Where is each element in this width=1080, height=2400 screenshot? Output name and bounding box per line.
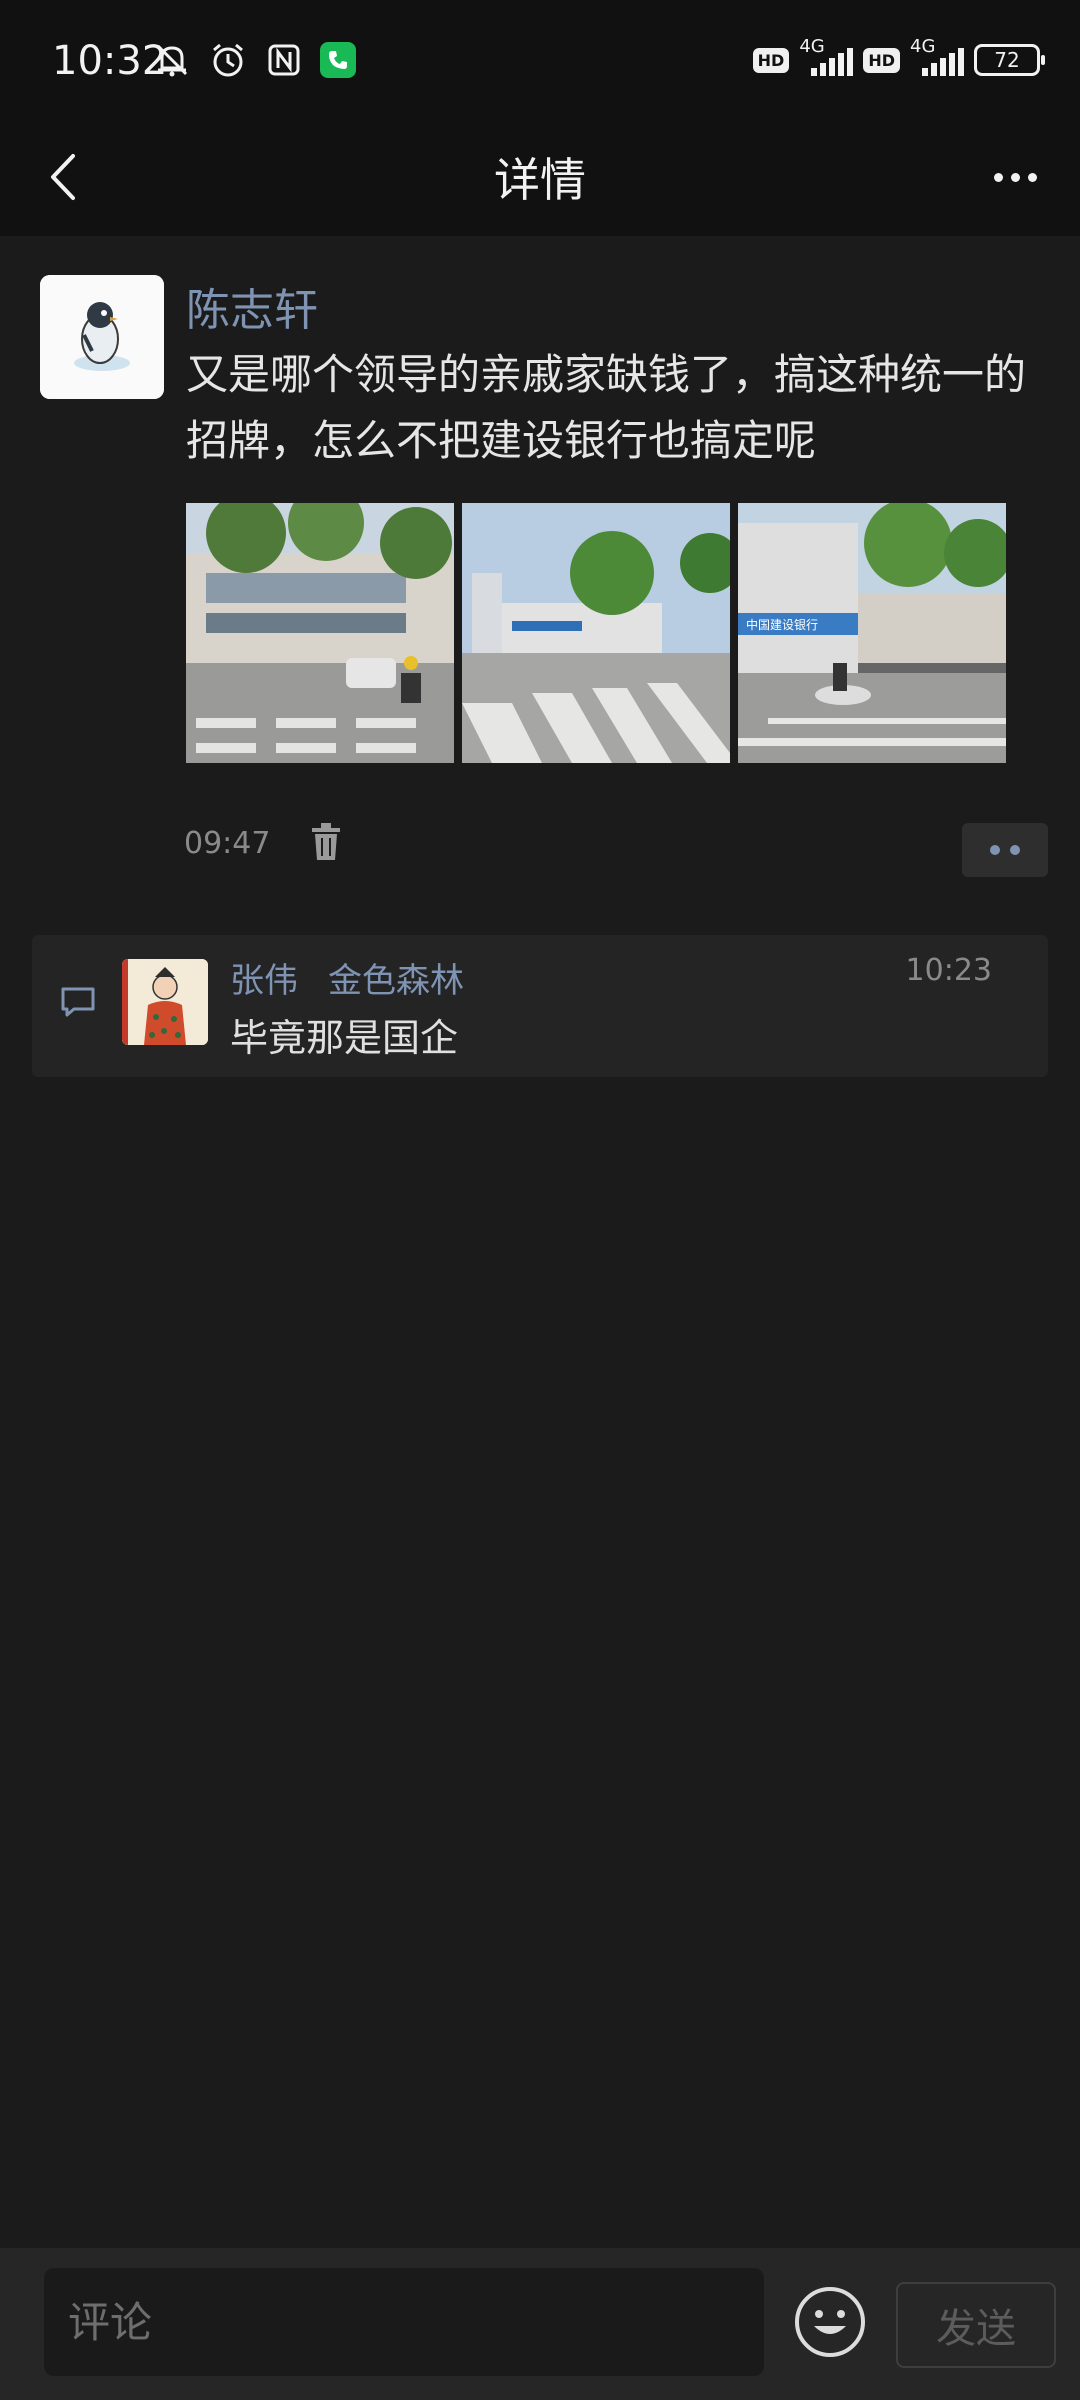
photo-grid: 中国建设银行 [186,503,1006,763]
hd-badge: HD [863,47,900,73]
author-name[interactable]: 陈志轩 [186,274,318,338]
battery-level: 72 [994,48,1020,72]
emoji-button[interactable] [792,2284,868,2360]
battery-icon: 72 [974,44,1045,76]
hd-badge: HD [752,47,790,73]
signal-4g-1: 4G [799,36,854,80]
status-time: 10:32 [52,38,168,84]
photo-3[interactable]: 中国建设银行 [738,503,1006,763]
alarm-icon [208,40,248,80]
mute-bell-icon [152,40,192,80]
status-bar: 10:32 HD 4G HD 4G 72 [0,0,1080,118]
like-comment-dots-icon [990,845,1000,855]
smiley-icon [795,2287,865,2357]
photo-2[interactable] [462,503,730,763]
commenter-name[interactable]: 金色森林 [328,961,464,1001]
comment-input[interactable] [44,2268,764,2376]
svg-text:中国建设银行: 中国建设银行 [746,617,818,632]
status-left-icons [152,40,356,80]
author-avatar[interactable] [40,275,164,399]
nfc-icon [264,40,304,80]
comment-bar: 发送 [0,2248,1080,2400]
title-bar: 详情 [0,118,1080,236]
signal-bars-icon [922,48,964,76]
delete-button[interactable] [306,820,346,864]
commenter-names: 张伟 金色森林 [230,953,494,1002]
comment-list: 张伟 金色森林 10:23 毕竟那是国企 [32,935,1048,1077]
photo-1[interactable] [186,503,454,763]
more-dots-icon [993,172,1003,182]
signal-4g-2: 4G [910,36,964,80]
signal-bars-icon [811,48,854,76]
phone-call-icon [320,42,356,78]
trash-icon [312,823,340,860]
like-comment-button[interactable] [962,823,1048,877]
post-time: 09:47 [184,826,271,861]
post-text: 又是哪个领导的亲戚家缺钱了，搞这种统一的招牌，怎么不把建设银行也搞定呢 [186,350,1027,465]
comment-text[interactable]: 毕竟那是国企 [230,1007,458,1062]
more-options-button[interactable] [980,142,1050,212]
commenter-avatar[interactable] [122,959,208,1045]
status-right: HD 4G HD 4G 72 [752,36,1045,80]
send-button[interactable]: 发送 [896,2282,1056,2368]
page-title: 详情 [494,153,586,207]
comment-time: 10:23 [905,953,992,988]
commenter-name[interactable]: 张伟 [230,961,298,1001]
comment-icon [58,981,98,1021]
